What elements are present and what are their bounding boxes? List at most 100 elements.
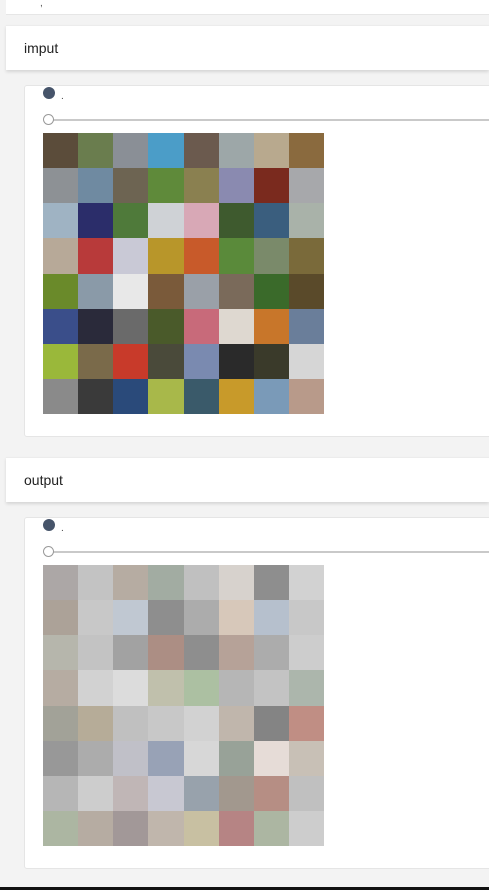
- input-thumbnail: [253, 308, 289, 344]
- output-thumbnail: [148, 740, 184, 776]
- input-thumbnail: [78, 343, 114, 379]
- output-thumbnail: [288, 600, 324, 636]
- input-thumbnail: [288, 378, 324, 414]
- output-thumbnail: [113, 600, 149, 636]
- output-thumbnail: [183, 635, 219, 671]
- input-thumbnail: [43, 168, 79, 204]
- input-thumbnail: [78, 133, 114, 169]
- input-thumbnail: [113, 343, 149, 379]
- output-image-grid: [43, 565, 324, 846]
- output-thumbnail: [78, 740, 114, 776]
- output-thumbnail: [78, 670, 114, 706]
- output-thumbnail: [183, 810, 219, 846]
- output-thumbnail: [288, 670, 324, 706]
- input-thumbnail: [288, 133, 324, 169]
- output-slider-track[interactable]: [45, 551, 489, 553]
- input-thumbnail: [78, 378, 114, 414]
- output-slider-thumb[interactable]: [43, 546, 54, 557]
- output-thumbnail: [218, 740, 254, 776]
- input-thumbnail: [218, 343, 254, 379]
- input-thumbnail: [253, 343, 289, 379]
- output-thumbnail: [218, 775, 254, 811]
- input-thumbnail: [183, 343, 219, 379]
- input-thumbnail: [113, 203, 149, 239]
- input-thumbnail: [288, 168, 324, 204]
- input-thumbnail: [183, 273, 219, 309]
- output-thumbnail: [43, 670, 79, 706]
- input-thumbnail: [183, 308, 219, 344]
- output-radio-button[interactable]: [43, 519, 55, 531]
- input-thumbnail: [183, 203, 219, 239]
- output-thumbnail: [183, 670, 219, 706]
- output-thumbnail: [78, 565, 114, 601]
- input-thumbnail: [253, 133, 289, 169]
- input-thumbnail: [288, 238, 324, 274]
- input-thumbnail: [43, 378, 79, 414]
- input-thumbnail: [43, 238, 79, 274]
- output-section-title: output: [24, 472, 63, 488]
- input-slider-track[interactable]: [45, 119, 489, 121]
- output-thumbnail: [183, 740, 219, 776]
- input-card: .: [24, 85, 489, 437]
- input-thumbnail: [288, 203, 324, 239]
- input-thumbnail: [148, 133, 184, 169]
- output-thumbnail: [43, 740, 79, 776]
- input-thumbnail: [43, 308, 79, 344]
- input-thumbnail: [183, 378, 219, 414]
- output-thumbnail: [148, 705, 184, 741]
- output-thumbnail: [43, 705, 79, 741]
- output-thumbnail: [218, 810, 254, 846]
- output-thumbnail: [288, 705, 324, 741]
- input-slider-thumb[interactable]: [43, 114, 54, 125]
- input-thumbnail: [113, 133, 149, 169]
- input-thumbnail: [218, 308, 254, 344]
- output-thumbnail: [288, 740, 324, 776]
- input-thumbnail: [78, 168, 114, 204]
- input-thumbnail: [253, 203, 289, 239]
- input-thumbnail: [218, 238, 254, 274]
- output-thumbnail: [183, 775, 219, 811]
- input-thumbnail: [253, 378, 289, 414]
- input-thumbnail: [78, 273, 114, 309]
- input-thumbnail: [43, 133, 79, 169]
- input-thumbnail: [148, 168, 184, 204]
- output-thumbnail: [218, 565, 254, 601]
- input-thumbnail: [288, 343, 324, 379]
- input-radio-button[interactable]: [43, 87, 55, 99]
- output-thumbnail: [78, 705, 114, 741]
- output-thumbnail: [288, 635, 324, 671]
- input-thumbnail: [113, 378, 149, 414]
- input-thumbnail: [113, 238, 149, 274]
- input-thumbnail: [43, 203, 79, 239]
- output-thumbnail: [148, 600, 184, 636]
- input-thumbnail: [218, 168, 254, 204]
- output-section-header: output: [6, 457, 489, 502]
- top-fragment: ,: [40, 0, 43, 9]
- output-thumbnail: [183, 565, 219, 601]
- output-thumbnail: [43, 565, 79, 601]
- output-thumbnail: [218, 705, 254, 741]
- output-thumbnail: [43, 635, 79, 671]
- output-thumbnail: [183, 600, 219, 636]
- output-thumbnail: [43, 775, 79, 811]
- input-section-header: imput: [6, 25, 489, 70]
- input-thumbnail: [218, 133, 254, 169]
- input-thumbnail: [78, 203, 114, 239]
- input-thumbnail: [288, 273, 324, 309]
- input-thumbnail: [43, 273, 79, 309]
- output-thumbnail: [253, 670, 289, 706]
- input-radio-label: .: [61, 91, 64, 102]
- output-thumbnail: [43, 810, 79, 846]
- output-thumbnail: [148, 670, 184, 706]
- input-thumbnail: [43, 343, 79, 379]
- output-thumbnail: [253, 775, 289, 811]
- input-thumbnail: [218, 378, 254, 414]
- input-thumbnail: [183, 238, 219, 274]
- output-thumbnail: [253, 565, 289, 601]
- input-thumbnail: [113, 273, 149, 309]
- output-thumbnail: [148, 635, 184, 671]
- output-thumbnail: [253, 810, 289, 846]
- input-image-grid: [43, 133, 324, 414]
- output-thumbnail: [148, 565, 184, 601]
- output-thumbnail: [183, 705, 219, 741]
